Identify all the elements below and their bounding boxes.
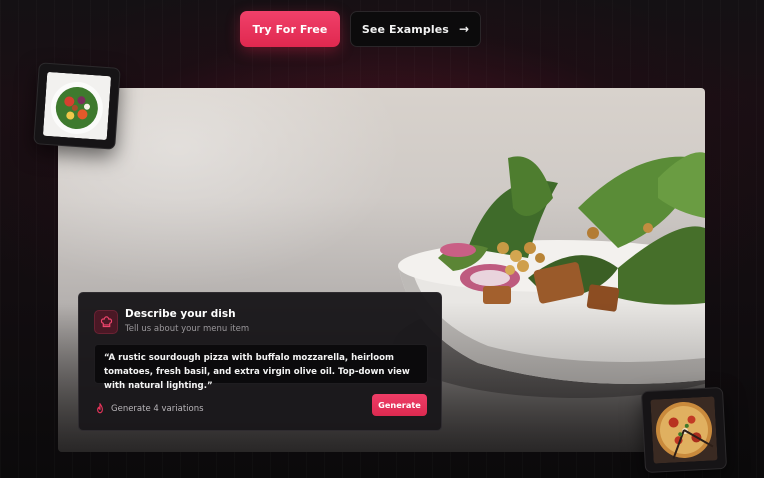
try-for-free-label: Try For Free [252, 22, 328, 36]
generate-button[interactable]: Generate [372, 394, 427, 416]
card-subtitle: Tell us about your menu item [125, 324, 250, 334]
dish-description-input[interactable]: “A rustic sourdough pizza with buffalo m… [94, 344, 428, 391]
flame-icon [95, 399, 105, 418]
generate-label: Generate [378, 400, 421, 410]
dish-description-text: “A rustic sourdough pizza with buffalo m… [104, 353, 410, 391]
salad-bowl-thumbnail [42, 71, 112, 141]
see-examples-label: See Examples [361, 22, 449, 36]
variations-label: Generate 4 variations [111, 403, 204, 414]
arrow-right-icon: → [458, 22, 470, 36]
chef-hat-icon [94, 310, 118, 334]
salad-thumbnail[interactable] [33, 62, 121, 150]
pizza-thumbnail-card[interactable] [640, 386, 728, 474]
pizza-thumbnail [650, 396, 718, 464]
see-examples-button[interactable]: See Examples → [350, 11, 481, 47]
card-title: Describe your dish [125, 308, 236, 320]
variations-option[interactable]: Generate 4 variations [95, 399, 204, 418]
try-for-free-button[interactable]: Try For Free [240, 11, 340, 47]
describe-dish-card: Describe your dish Tell us about your me… [78, 292, 442, 431]
